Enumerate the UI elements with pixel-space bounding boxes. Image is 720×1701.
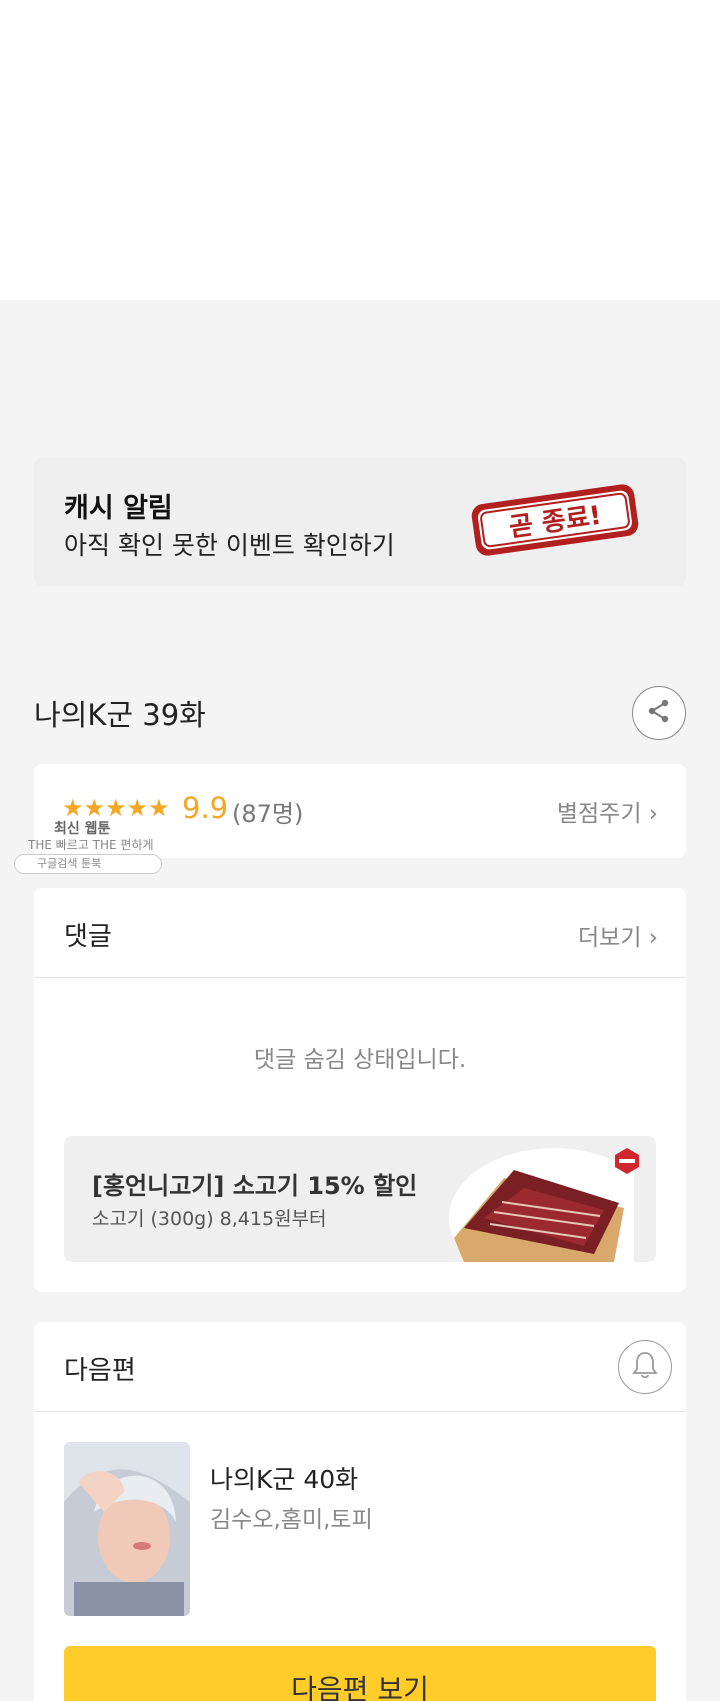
bell-icon xyxy=(631,1350,659,1384)
rate-button[interactable]: 별점주기 › xyxy=(557,794,658,828)
ad-banner[interactable]: [홍언니고기] 소고기 15% 할인 소고기 (300g) 8,415원부터 xyxy=(64,1136,656,1262)
episode-title: 나의K군 39화 xyxy=(34,698,206,732)
watermark-line1: 최신 웹툰 xyxy=(54,821,111,837)
share-icon xyxy=(646,698,672,728)
watermark-pill: 구글검색 툰북 xyxy=(14,854,162,874)
next-episode-thumbnail[interactable] xyxy=(64,1442,190,1616)
next-episode-card: 다음편 나의K군 40화 김수오,홈미,토피 다음편 보기 xyxy=(34,1322,686,1701)
watermark-line2: THE 빠르고 THE 편하게 xyxy=(28,838,154,852)
brand-logo-icon xyxy=(612,1146,642,1176)
comment-card: 댓글 더보기 › 댓글 숨김 상태입니다. [홍언니고기] 소고기 15% 할인… xyxy=(34,888,686,1292)
next-episode-title[interactable]: 나의K군 40화 xyxy=(210,1460,358,1496)
top-blank-area xyxy=(0,0,720,300)
chevron-right-icon: › xyxy=(648,801,658,827)
chevron-right-icon: › xyxy=(648,925,658,951)
rating-score: 9.9 xyxy=(182,791,229,825)
comment-header: 댓글 더보기 › xyxy=(34,888,686,978)
comment-hidden-message: 댓글 숨김 상태입니다. xyxy=(253,1047,467,1073)
notification-button[interactable] xyxy=(618,1340,672,1394)
ending-soon-stamp: 곧 종료! xyxy=(466,476,643,563)
ad-subtitle: 소고기 (300g) 8,415원부터 xyxy=(92,1208,327,1230)
meat-image xyxy=(444,1148,656,1262)
next-episode-authors: 김수오,홈미,토피 xyxy=(210,1507,373,1533)
next-title: 다음편 xyxy=(64,1356,136,1386)
rate-button-label: 별점주기 xyxy=(556,801,642,827)
cash-notification-banner[interactable]: 캐시 알림 아직 확인 못한 이벤트 확인하기 곧 종료! xyxy=(34,458,686,586)
next-header: 다음편 xyxy=(34,1322,686,1412)
rating-count: (87명) xyxy=(232,800,304,828)
more-button-label: 더보기 xyxy=(578,925,642,951)
next-episode-button[interactable]: 다음편 보기 xyxy=(64,1646,656,1701)
share-button[interactable] xyxy=(632,686,686,740)
comment-title: 댓글 xyxy=(64,922,112,952)
cash-banner-title: 캐시 알림 xyxy=(64,493,173,524)
cash-banner-subtitle: 아직 확인 못한 이벤트 확인하기 xyxy=(64,531,395,560)
comment-more-button[interactable]: 더보기 › xyxy=(578,918,658,952)
watermark: 최신 웹툰 THE 빠르고 THE 편하게 구글검색 툰북 xyxy=(14,818,162,874)
ad-title: [홍언니고기] 소고기 15% 할인 xyxy=(92,1172,418,1200)
